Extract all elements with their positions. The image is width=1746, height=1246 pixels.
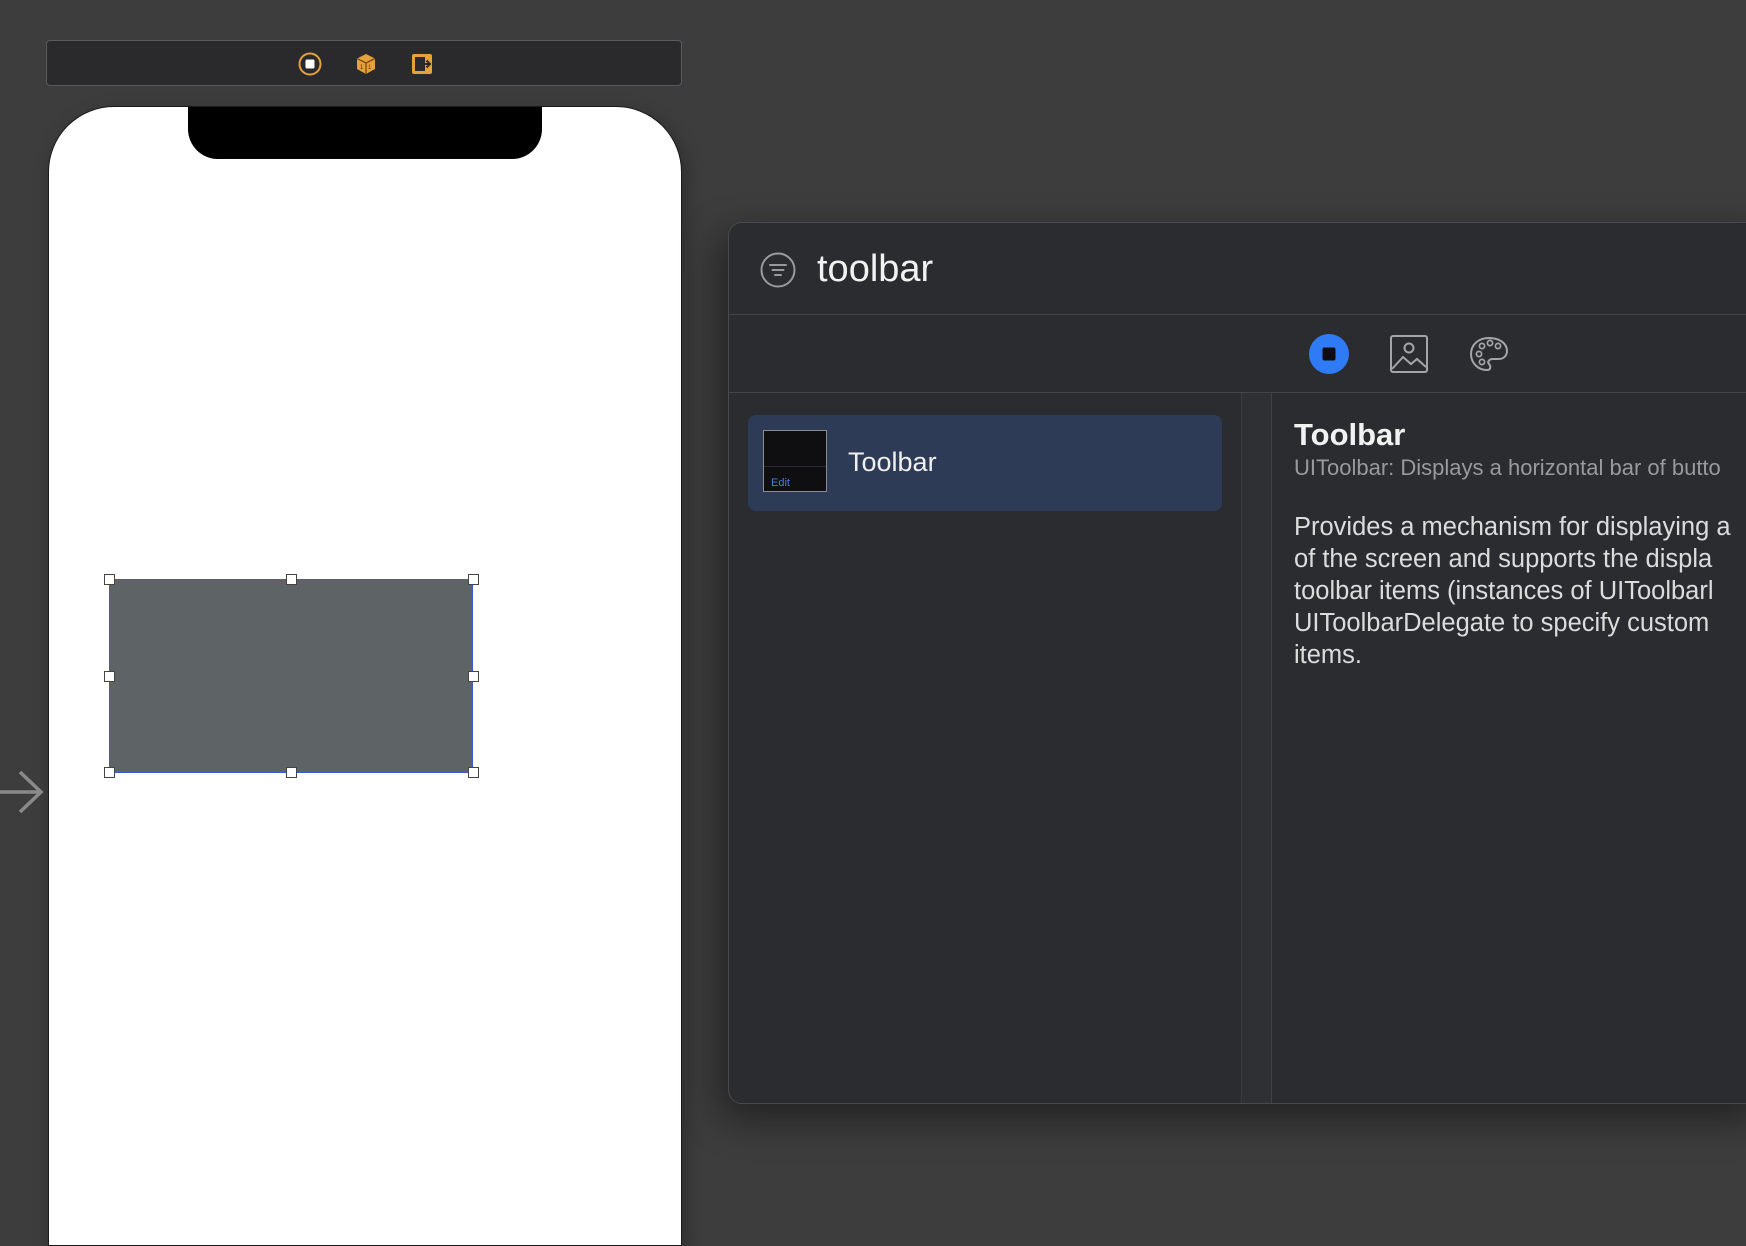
entry-point-arrow-icon	[0, 770, 44, 814]
description-line: Provides a mechanism for displaying a	[1294, 513, 1731, 541]
scene-dock: 1 1	[46, 40, 682, 86]
resize-handle-top-left[interactable]	[104, 574, 115, 585]
detail-description: Provides a mechanism for displaying a of…	[1294, 511, 1746, 671]
description-line: of the screen and supports the displa	[1294, 545, 1713, 573]
first-responder-icon[interactable]: 1 1	[354, 52, 378, 76]
resize-handle-bottom-right[interactable]	[468, 767, 479, 778]
resize-handle-bottom-left[interactable]	[104, 767, 115, 778]
library-search-bar	[729, 223, 1746, 315]
objects-icon[interactable]	[1308, 333, 1350, 375]
resize-handle-top[interactable]	[286, 574, 297, 585]
toolbar-thumbnail: Edit	[763, 430, 827, 492]
resize-handle-left[interactable]	[104, 671, 115, 682]
selected-view[interactable]	[104, 574, 479, 778]
library-results-list: Edit Toolbar	[729, 393, 1242, 1103]
library-detail-pane: Toolbar UIToolbar: Displays a horizontal…	[1272, 393, 1746, 1103]
pane-splitter[interactable]	[1242, 393, 1272, 1103]
detail-subtitle: UIToolbar: Displays a horizontal bar of …	[1294, 455, 1721, 480]
description-line: toolbar items (instances of UIToolbarl	[1294, 577, 1714, 605]
colors-icon[interactable]	[1468, 333, 1510, 375]
library-segment-bar	[729, 315, 1746, 393]
resize-handle-right[interactable]	[468, 671, 479, 682]
media-icon[interactable]	[1388, 333, 1430, 375]
list-item-label: Toolbar	[848, 447, 937, 477]
object-library-panel: Edit Toolbar Toolbar UIToolbar: Displays…	[728, 222, 1746, 1104]
resize-handle-bottom[interactable]	[286, 767, 297, 778]
thumbnail-edit-label: Edit	[771, 477, 790, 489]
filter-icon[interactable]	[759, 251, 797, 289]
resize-handle-top-right[interactable]	[468, 574, 479, 585]
device-notch	[188, 107, 542, 159]
view-controller-icon[interactable]	[298, 52, 322, 76]
detail-title: Toolbar	[1294, 417, 1406, 452]
exit-icon[interactable]	[410, 52, 434, 76]
device-frame	[48, 106, 682, 1246]
description-line: items.	[1294, 641, 1363, 669]
list-item-toolbar[interactable]: Edit Toolbar	[748, 415, 1222, 511]
description-line: UIToolbarDelegate to specify custom	[1294, 609, 1710, 637]
library-search-input[interactable]	[817, 241, 1517, 297]
